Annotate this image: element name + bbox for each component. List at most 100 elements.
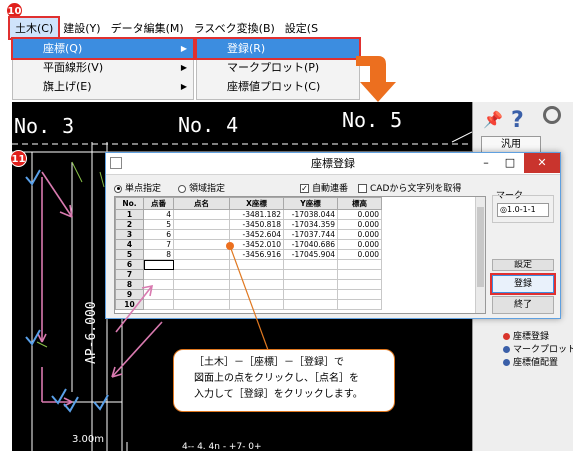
maximize-icon[interactable]: □ <box>498 153 522 173</box>
exit-button[interactable]: 終了 <box>492 296 554 314</box>
table-cell[interactable] <box>283 289 338 300</box>
legend-item-coord-place[interactable]: 座標値配置 <box>503 355 573 368</box>
row-header-cell: 2 <box>115 219 144 230</box>
cad-bottom-text: 4-- 4. 4n - +7- 0+ <box>182 442 262 451</box>
table-cell[interactable]: 0.000 <box>337 249 382 260</box>
table-cell[interactable] <box>173 209 230 220</box>
cad-label-no5: No. 5 <box>342 108 403 132</box>
checkbox-cad-text[interactable]: CADから文字列を取得 <box>358 181 461 194</box>
instruction-callout: ［土木］－［座標］－［登録］で 図面上の点をクリックし、［点名］を 入力して［登… <box>173 349 395 412</box>
pin-icon[interactable]: 📌 <box>483 110 503 130</box>
table-cell[interactable] <box>283 279 338 290</box>
blue-dot-icon <box>503 359 510 366</box>
radio-single-point[interactable]: 単点指定 <box>114 181 161 194</box>
menu-item-hataage[interactable]: 旗上げ(E) ▶ <box>13 77 193 96</box>
menu-item-hataage-label: 旗上げ(E) <box>43 80 92 93</box>
table-row[interactable]: 2 5 -3450.818 -17034.359 0.000 <box>115 219 382 230</box>
table-cell[interactable]: 4 <box>143 209 174 220</box>
legend-item-coord-register[interactable]: 座標登録 <box>503 329 573 342</box>
col-no: No. <box>115 197 144 210</box>
help-icon[interactable]: ? <box>511 108 524 133</box>
row-header-cell: 4 <box>115 239 144 250</box>
mark-select-value: ◎1.0-1-1 <box>500 205 536 214</box>
col-y: Y座標 <box>283 197 338 210</box>
table-row[interactable]: 1 4 -3481.182 -17038.044 0.000 <box>115 209 382 220</box>
menu-doboku[interactable]: 土木(C) <box>7 16 61 40</box>
menu-item-heimen-senkei[interactable]: 平面線形(V) ▶ <box>13 58 193 77</box>
magnifier-icon[interactable] <box>543 106 561 124</box>
red-dot-icon <box>503 333 510 340</box>
table-cell[interactable]: 6 <box>143 229 174 240</box>
menu-data-edit[interactable]: データ編集(M) <box>106 18 189 38</box>
table-cell[interactable]: -17037.744 <box>283 229 338 240</box>
table-cell[interactable] <box>283 299 338 310</box>
step-badge-10: 10 <box>6 2 23 19</box>
close-icon[interactable]: ✕ <box>524 153 560 173</box>
table-scrollbar[interactable] <box>475 197 485 313</box>
table-cell[interactable] <box>143 259 174 270</box>
submenu-arrow-icon: ▶ <box>180 44 187 53</box>
road-label: AP-6.000 <box>84 301 99 364</box>
table-cell[interactable]: -3481.182 <box>229 209 284 220</box>
radio-off-icon <box>178 184 186 193</box>
table-cell[interactable]: 0.000 <box>337 209 382 220</box>
register-button[interactable]: 登録 <box>490 273 556 295</box>
coord-register-dialog: 座標登録 – □ ✕ 単点指定 領域指定 ✓ 自動連番 CADから文字列を取得 N… <box>105 152 561 319</box>
table-cell[interactable]: 8 <box>143 249 174 260</box>
table-cell[interactable] <box>337 299 382 310</box>
table-row[interactable]: 3 6 -3452.604 -17037.744 0.000 <box>115 229 382 240</box>
menu-settings[interactable]: 設定(S <box>280 18 323 38</box>
submenu-arrow-icon: ▶ <box>180 82 187 91</box>
table-cell[interactable] <box>283 259 338 270</box>
mark-select[interactable]: ◎1.0-1-1 <box>497 203 549 217</box>
table-cell[interactable]: -3452.604 <box>229 229 284 240</box>
table-cell[interactable]: 5 <box>143 219 174 230</box>
panel-legend: 座標登録 マークプロット 座標値配置 <box>503 329 573 368</box>
dropdown-doboku: 座標(Q) ▶ 平面線形(V) ▶ 旗上げ(E) ▶ <box>11 37 195 100</box>
menu-kensetsu[interactable]: 建設(Y) <box>58 18 105 38</box>
table-cell[interactable]: 0.000 <box>337 239 382 250</box>
scroll-thumb[interactable] <box>477 207 484 287</box>
table-cell[interactable] <box>337 259 382 270</box>
menu-item-coord-plot[interactable]: 座標値プロット(C) <box>197 77 359 96</box>
table-cell[interactable]: 0.000 <box>337 229 382 240</box>
table-cell[interactable] <box>173 229 230 240</box>
pink-arrow-icon <box>115 284 154 333</box>
menu-rasbek[interactable]: ラスベク変換(B) <box>189 18 280 38</box>
table-cell[interactable]: 0.000 <box>337 219 382 230</box>
checkbox-auto-number[interactable]: ✓ 自動連番 <box>300 181 348 194</box>
table-cell[interactable] <box>283 269 338 280</box>
table-cell[interactable]: 7 <box>143 239 174 250</box>
step-badge-11: 11 <box>10 150 27 167</box>
table-cell[interactable]: -17034.359 <box>283 219 338 230</box>
table-cell[interactable]: -3450.818 <box>229 219 284 230</box>
settings-button[interactable]: 設定 <box>492 259 554 271</box>
table-cell[interactable] <box>337 289 382 300</box>
menu-item-zahyo[interactable]: 座標(Q) ▶ <box>11 37 195 60</box>
dialog-titlebar: 座標登録 – □ ✕ <box>106 153 560 175</box>
col-point-number: 点番 <box>143 197 174 210</box>
col-point-name: 点名 <box>173 197 230 210</box>
menu-item-zahyo-label: 座標(Q) <box>43 42 83 55</box>
menu-item-heimen-label: 平面線形(V) <box>43 61 104 74</box>
table-cell[interactable]: -17045.904 <box>283 249 338 260</box>
table-cell[interactable] <box>337 279 382 290</box>
table-cell[interactable]: -17040.686 <box>283 239 338 250</box>
radio-area[interactable]: 領域指定 <box>178 181 225 194</box>
table-header-row: No. 点番 点名 X座標 Y座標 標高 <box>115 197 382 210</box>
table-cell[interactable] <box>337 269 382 280</box>
row-header-cell: 6 <box>115 259 144 270</box>
scale-label: 3.00m <box>72 434 105 445</box>
menu-item-mark-plot[interactable]: マークプロット(P) <box>197 58 359 77</box>
col-elevation: 標高 <box>337 197 382 210</box>
menu-item-touroku[interactable]: 登録(R) <box>195 37 361 60</box>
table-cell[interactable]: -17038.044 <box>283 209 338 220</box>
radio-on-icon <box>114 184 122 193</box>
callout-line-1: ［土木］－［座標］－［登録］で <box>194 357 344 368</box>
submenu-arrow-icon: ▶ <box>180 63 187 72</box>
check-icon: ✓ <box>300 184 309 193</box>
minimize-icon[interactable]: – <box>474 153 498 173</box>
legend-item-mark-plot[interactable]: マークプロット <box>503 342 573 355</box>
table-cell[interactable] <box>173 219 230 230</box>
orange-arrow-icon <box>356 56 396 102</box>
